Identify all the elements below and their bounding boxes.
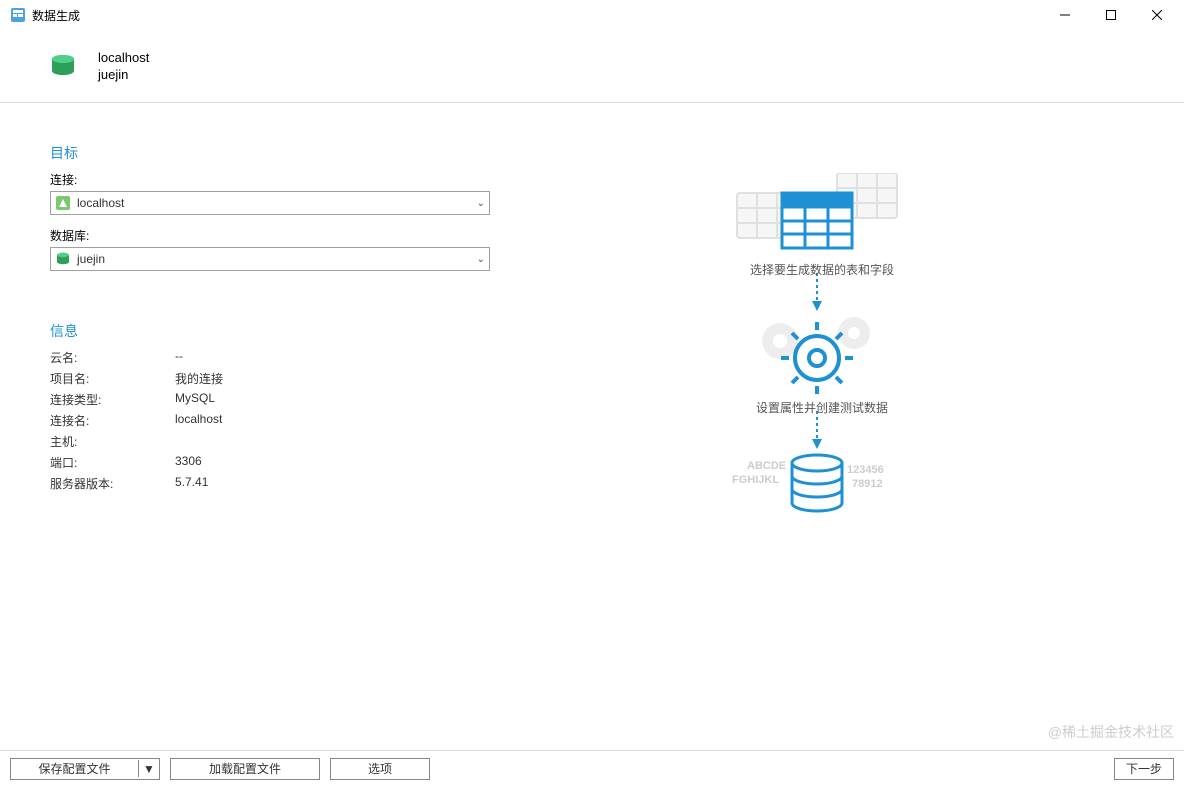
footer: 保存配置文件 ▼ 加载配置文件 选项 下一步 bbox=[0, 750, 1184, 786]
info-label: 项目名: bbox=[50, 370, 175, 387]
header-database: juejin bbox=[98, 67, 149, 82]
maximize-button[interactable] bbox=[1088, 0, 1134, 30]
close-button[interactable] bbox=[1134, 0, 1180, 30]
database-icon bbox=[48, 51, 78, 81]
connection-label: 连接: bbox=[50, 171, 510, 188]
database-dropdown[interactable]: juejin ⌄ bbox=[50, 247, 490, 271]
info-value: 3306 bbox=[175, 454, 202, 471]
info-row: 端口:3306 bbox=[50, 454, 510, 471]
info-row: 连接类型:MySQL bbox=[50, 391, 510, 408]
info-label: 主机: bbox=[50, 433, 175, 450]
minimize-button[interactable] bbox=[1042, 0, 1088, 30]
window-title: 数据生成 bbox=[32, 7, 80, 24]
info-row: 主机: bbox=[50, 433, 510, 450]
info-label: 连接类型: bbox=[50, 391, 175, 408]
info-section-title: 信息 bbox=[50, 321, 510, 341]
info-row: 连接名:localhost bbox=[50, 412, 510, 429]
save-profile-label: 保存配置文件 bbox=[11, 760, 139, 777]
info-label: 连接名: bbox=[50, 412, 175, 429]
bgtext: FGHIJKL bbox=[732, 474, 779, 486]
info-row: 服务器版本:5.7.41 bbox=[50, 475, 510, 492]
header-info: localhost juejin bbox=[0, 30, 1184, 103]
info-value: 我的连接 bbox=[175, 370, 223, 387]
connection-icon bbox=[55, 195, 71, 211]
info-value: localhost bbox=[175, 412, 222, 429]
info-row: 云名:-- bbox=[50, 349, 510, 366]
info-value: 5.7.41 bbox=[175, 475, 208, 492]
info-label: 服务器版本: bbox=[50, 475, 175, 492]
info-label: 云名: bbox=[50, 349, 175, 366]
bgtext: 123456 bbox=[847, 464, 884, 476]
load-profile-button[interactable]: 加载配置文件 bbox=[170, 758, 320, 780]
info-label: 端口: bbox=[50, 454, 175, 471]
next-button[interactable]: 下一步 bbox=[1114, 758, 1174, 780]
save-profile-button[interactable]: 保存配置文件 ▼ bbox=[10, 758, 160, 780]
target-section-title: 目标 bbox=[50, 143, 510, 163]
bgtext: ABCDE bbox=[747, 460, 786, 472]
app-icon bbox=[10, 7, 26, 23]
info-value: MySQL bbox=[175, 391, 215, 408]
bgtext: 78912 bbox=[852, 478, 883, 490]
database-label: 数据库: bbox=[50, 227, 510, 244]
connection-dropdown[interactable]: localhost ⌄ bbox=[50, 191, 490, 215]
connection-value: localhost bbox=[77, 196, 477, 210]
dropdown-arrow-icon[interactable]: ▼ bbox=[139, 762, 159, 776]
info-value: -- bbox=[175, 349, 183, 366]
info-row: 项目名:我的连接 bbox=[50, 370, 510, 387]
illustration-step2-label: 设置属性并创建测试数据 bbox=[692, 399, 952, 416]
chevron-down-icon: ⌄ bbox=[477, 254, 485, 265]
titlebar: 数据生成 bbox=[0, 0, 1184, 30]
illustration-panel: ABCDE FGHIJKL 123456 78912 选择要生成数据的表和字段 … bbox=[510, 143, 1134, 740]
chevron-down-icon: ⌄ bbox=[477, 198, 485, 209]
options-button[interactable]: 选项 bbox=[330, 758, 430, 780]
header-host: localhost bbox=[98, 50, 149, 65]
database-small-icon bbox=[55, 251, 71, 267]
database-value: juejin bbox=[77, 252, 477, 266]
illustration-step1-label: 选择要生成数据的表和字段 bbox=[692, 261, 952, 278]
